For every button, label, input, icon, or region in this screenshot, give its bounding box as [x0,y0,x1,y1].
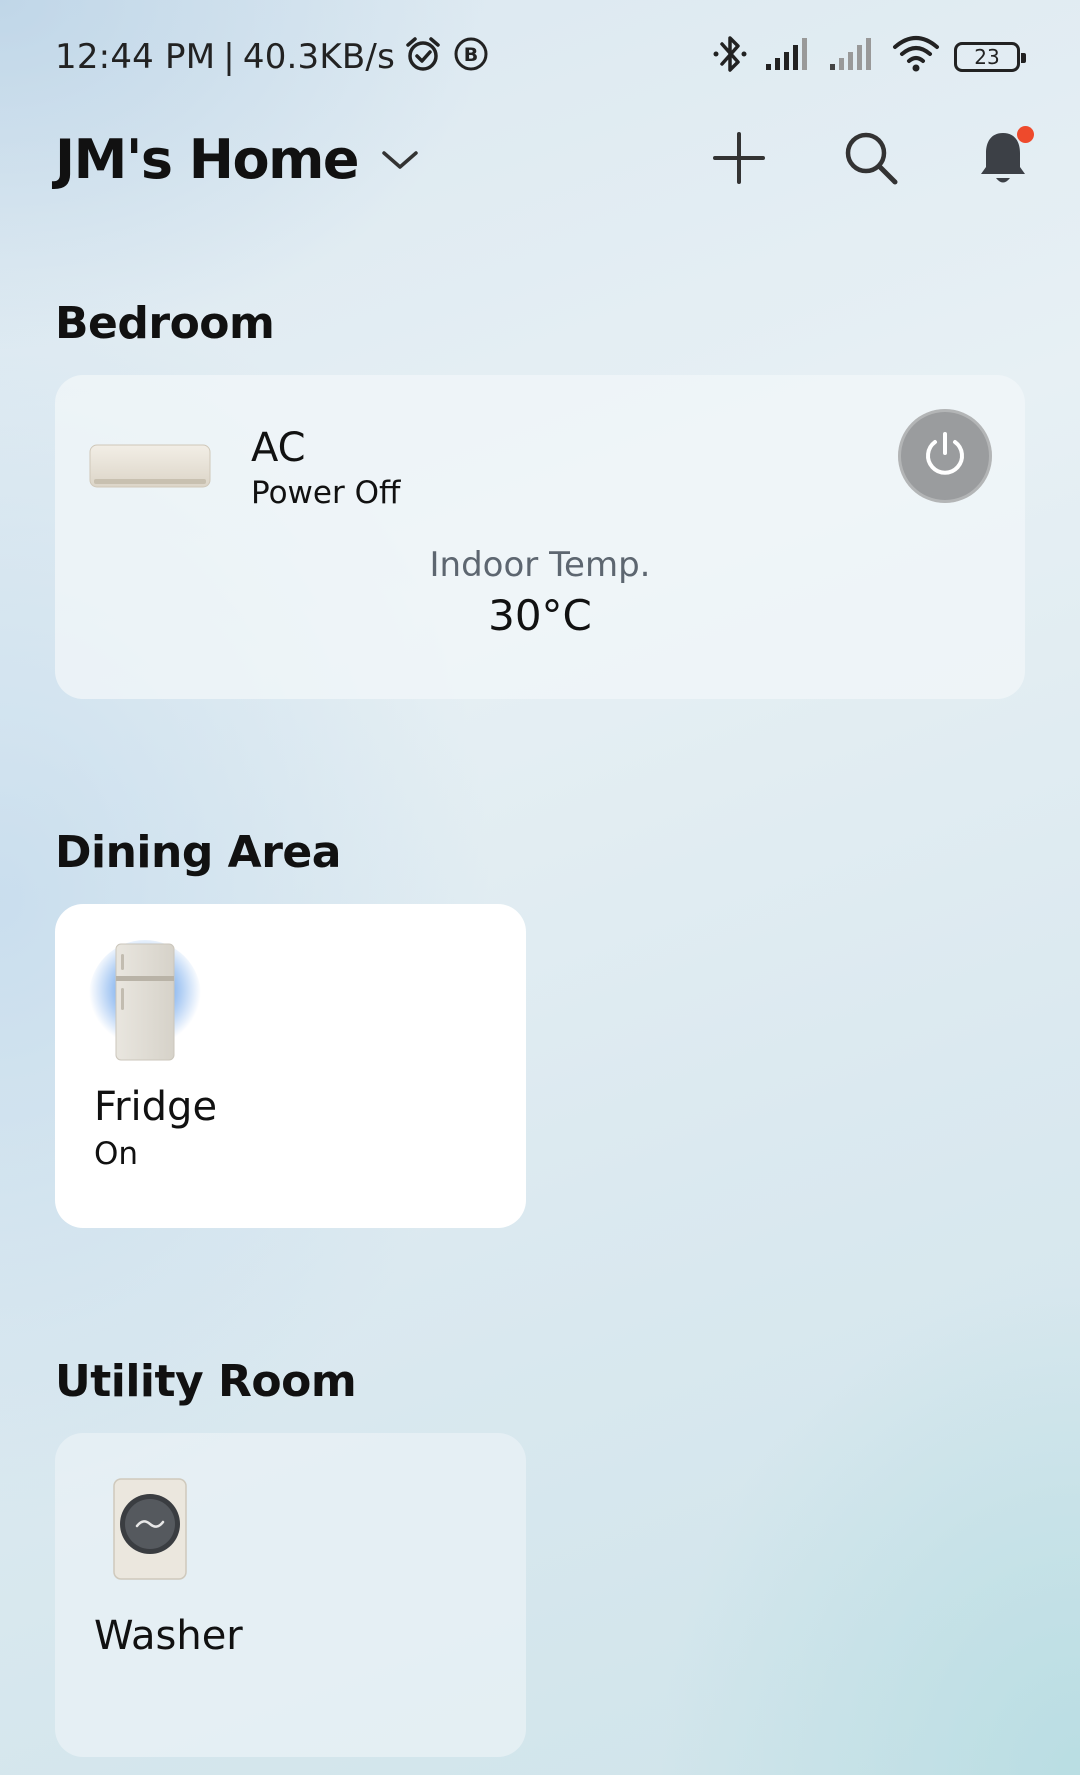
ac-info: AC Power Off [251,425,400,511]
search-icon [843,130,899,191]
power-button[interactable] [898,409,992,503]
add-button[interactable] [704,120,774,200]
device-card-washer[interactable]: Washer [55,1433,526,1757]
wifi-icon [892,35,940,78]
device-status-ac: Power Off [251,475,401,511]
b-badge-icon: B [451,34,491,79]
device-name-fridge: Fridge [94,1084,218,1130]
indoor-temp-value: 30°C [488,591,592,640]
signal-strength-2-icon [828,36,878,77]
status-bar: 12:44 PM | 40.3KB/s B 23 [0,0,1080,110]
bluetooth-icon [710,32,750,81]
status-time: 12:44 PM [55,36,216,77]
device-card-ac[interactable]: AC Power Off Indoor Temp. 30°C [55,375,1025,699]
device-name-ac: AC [251,425,306,471]
battery-level: 23 [974,44,1000,69]
alarm-icon [403,34,443,79]
search-button[interactable] [836,120,906,200]
device-name-washer: Washer [94,1613,243,1659]
device-status-fridge: On [94,1136,139,1172]
svg-text:B: B [464,44,478,66]
status-right: 23 [710,32,1026,81]
device-card-fridge[interactable]: Fridge On [55,904,526,1228]
home-selector[interactable]: JM's Home [55,128,420,191]
section-title-utility-room: Utility Room [55,1356,357,1407]
indoor-temp-label: Indoor Temp. [429,545,651,585]
status-separator: | [223,36,235,77]
battery-indicator: 23 [954,41,1026,72]
chevron-down-icon [380,147,420,178]
notification-badge [1017,126,1034,143]
section-title-dining-area: Dining Area [55,827,341,878]
section-title-bedroom: Bedroom [55,298,275,349]
app-header: JM's Home [55,120,1035,200]
plus-icon [712,131,766,190]
washer-icon [112,1477,188,1586]
fridge-icon [89,938,201,1067]
power-icon [920,429,970,484]
notifications-button[interactable] [968,120,1038,200]
home-name: JM's Home [55,128,360,191]
signal-strength-icon [764,36,814,77]
fridge-info: Fridge On [94,1084,217,1172]
washer-info: Washer [94,1613,243,1659]
ac-unit-icon [88,443,212,498]
status-left: 12:44 PM | 40.3KB/s B [55,34,491,79]
status-net-speed: 40.3KB/s [242,36,395,77]
